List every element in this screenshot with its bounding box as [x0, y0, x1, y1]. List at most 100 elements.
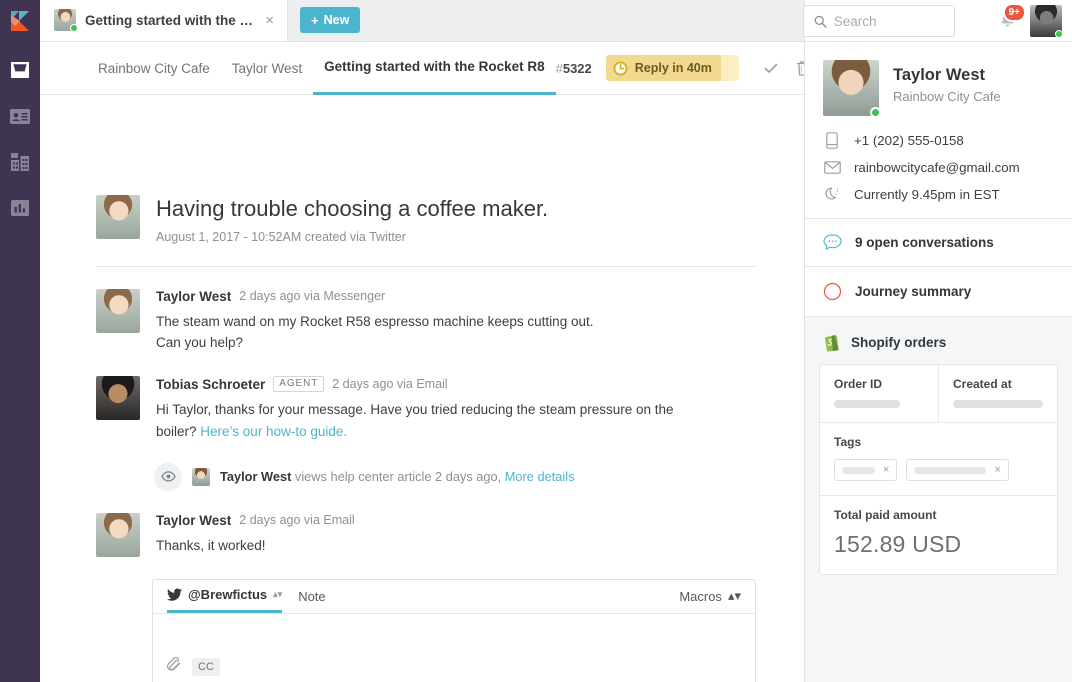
tab-twitter-channel[interactable]: @Brewfictus ▴▾ [167, 579, 282, 613]
conversation-scroll-area[interactable]: Having trouble choosing a coffee maker. … [40, 95, 804, 682]
shopify-order-id-placeholder [834, 400, 900, 408]
open-conversations-section[interactable]: 9 open conversations [805, 218, 1072, 266]
global-search[interactable] [803, 5, 955, 37]
status-badge: AGENT [273, 376, 324, 392]
avatar[interactable] [823, 60, 879, 116]
shopify-order-id-cell: Order ID [820, 365, 938, 422]
activity-event-text: Taylor West views help center article 2 … [220, 469, 574, 484]
shopify-top-row: Order ID Created at [820, 365, 1057, 423]
tab-avatar [54, 9, 76, 31]
conversation-subject-block: Having trouble choosing a coffee maker. … [96, 195, 756, 267]
contact-localtime-row: Currently 9.45pm in EST [823, 186, 1054, 202]
message-item: Taylor West 2 days ago via Messenger The… [96, 267, 780, 355]
macros-selector[interactable]: Macros ▴▾ [679, 588, 741, 604]
right-sidebar: 9+ Taylor West Rainbow City Cafe [804, 0, 1072, 682]
conversation-meta: August 1, 2017 - 10:52AM created via Twi… [156, 230, 548, 244]
chevron-updown-icon: ▴▾ [728, 588, 741, 604]
avatar [96, 513, 140, 557]
kayako-logo[interactable] [0, 0, 40, 42]
breadcrumb: Rainbow City Cafe Taylor West Getting st… [40, 42, 556, 95]
search-icon [814, 14, 827, 29]
message-line: Hi Taylor, thanks for your message. Have… [156, 399, 750, 421]
contact-details-list: +1 (202) 555-0158 rainbowcitycafe@gmail.… [823, 132, 1054, 202]
sidebar-item-organizations[interactable] [0, 150, 40, 174]
composer-tabs: @Brewfictus ▴▾ Note Macros ▴▾ [153, 580, 755, 614]
browser-tabstrip: Getting started with the R… × + New [40, 0, 804, 42]
shopify-total-block: Total paid amount 152.89 USD [820, 496, 1057, 574]
new-button[interactable]: + New [300, 7, 360, 33]
message-item: Taylor West 2 days ago via Email Thanks,… [96, 491, 780, 557]
tab-title: Getting started with the R… [85, 13, 253, 28]
message-line-tail: boiler? [156, 424, 200, 439]
journey-summary-section[interactable]: Journey summary [805, 266, 1072, 316]
ticket-number: #5322 [556, 61, 592, 76]
tag-label-placeholder [842, 467, 875, 474]
message-meta: 2 days ago via Email [332, 377, 447, 391]
avatar [96, 289, 140, 333]
sidebar-item-inbox[interactable] [0, 58, 40, 82]
tag-chip[interactable]: × [834, 459, 897, 481]
composer-channel-label: @Brewfictus [188, 587, 267, 602]
shopify-order-card: Order ID Created at Tags × [819, 364, 1058, 575]
sla-badge[interactable]: Reply in 40m [606, 55, 739, 81]
composer-footer: CC [153, 656, 755, 682]
online-status-dot [870, 107, 881, 118]
twitter-icon [167, 588, 182, 601]
shopify-icon [823, 333, 840, 352]
message-author: Taylor West [156, 289, 231, 304]
close-icon[interactable]: × [883, 465, 889, 476]
tag-label-placeholder [914, 467, 986, 474]
attachment-icon[interactable] [167, 656, 182, 678]
contact-card-icon [9, 108, 31, 125]
shopify-tags-label: Tags [834, 435, 1043, 449]
avatar [192, 468, 210, 486]
chevron-updown-icon[interactable]: ▴▾ [273, 590, 282, 599]
sidebar-item-reports[interactable] [0, 196, 40, 220]
shopify-tag-list: × × [834, 459, 1043, 481]
how-to-guide-link[interactable]: Here’s our how-to guide. [200, 424, 347, 439]
activity-description: views help center article 2 days ago, [295, 469, 501, 484]
conversation-card: Having trouble choosing a coffee maker. … [40, 95, 804, 682]
shopify-total-value: 152.89 USD [834, 531, 1043, 558]
shopify-order-id-label: Order ID [834, 377, 924, 391]
avatar [96, 376, 140, 420]
close-icon[interactable]: × [262, 11, 277, 30]
breadcrumb-item-org[interactable]: Rainbow City Cafe [98, 42, 221, 95]
cc-button[interactable]: CC [192, 658, 220, 676]
sidebar-item-contacts[interactable] [0, 104, 40, 128]
avatar[interactable] [1030, 5, 1062, 37]
breadcrumb-item-person[interactable]: Taylor West [221, 42, 313, 95]
hash-symbol: # [556, 61, 563, 76]
moon-icon [823, 186, 841, 202]
shopify-created-at-cell: Created at [938, 365, 1057, 422]
contact-phone-row[interactable]: +1 (202) 555-0158 [823, 132, 1054, 149]
close-icon[interactable]: × [994, 465, 1000, 476]
macros-label: Macros [679, 589, 722, 604]
more-details-link[interactable]: More details [505, 469, 575, 484]
tag-chip[interactable]: × [906, 459, 1008, 481]
plus-icon: + [311, 13, 319, 28]
contact-localtime-value: Currently 9.45pm in EST [854, 187, 1000, 202]
message-line: The steam wand on my Rocket R58 espresso… [156, 311, 750, 333]
activity-event-row: Taylor West views help center article 2 … [96, 443, 780, 491]
page-title: Having trouble choosing a coffee maker. [156, 195, 548, 223]
left-nav-rail [0, 0, 40, 682]
journey-summary-label: Journey summary [855, 284, 971, 299]
contact-name: Taylor West [893, 66, 1001, 85]
shopify-created-at-placeholder [953, 400, 1043, 408]
composer-textarea[interactable] [153, 614, 755, 656]
activity-actor: Taylor West [220, 469, 291, 484]
resolve-check-icon[interactable] [755, 52, 787, 84]
shopify-orders-section: Shopify orders Order ID Created at Tags [805, 316, 1072, 682]
search-input[interactable] [834, 14, 944, 29]
tab-note[interactable]: Note [298, 589, 325, 604]
breadcrumb-item-conversation[interactable]: Getting started with the Rocket R8 [313, 42, 556, 95]
message-thread: Having trouble choosing a coffee maker. … [40, 95, 780, 682]
conversation-tab[interactable]: Getting started with the R… × [40, 0, 288, 41]
phone-icon [823, 132, 841, 149]
notifications-button[interactable]: 9+ [994, 8, 1020, 34]
contact-email-row[interactable]: rainbowcitycafe@gmail.com [823, 160, 1054, 175]
message-item: Tobias Schroeter AGENT 2 days ago via Em… [96, 354, 780, 443]
bar-chart-icon [10, 199, 30, 217]
contact-phone-value: +1 (202) 555-0158 [854, 133, 964, 148]
